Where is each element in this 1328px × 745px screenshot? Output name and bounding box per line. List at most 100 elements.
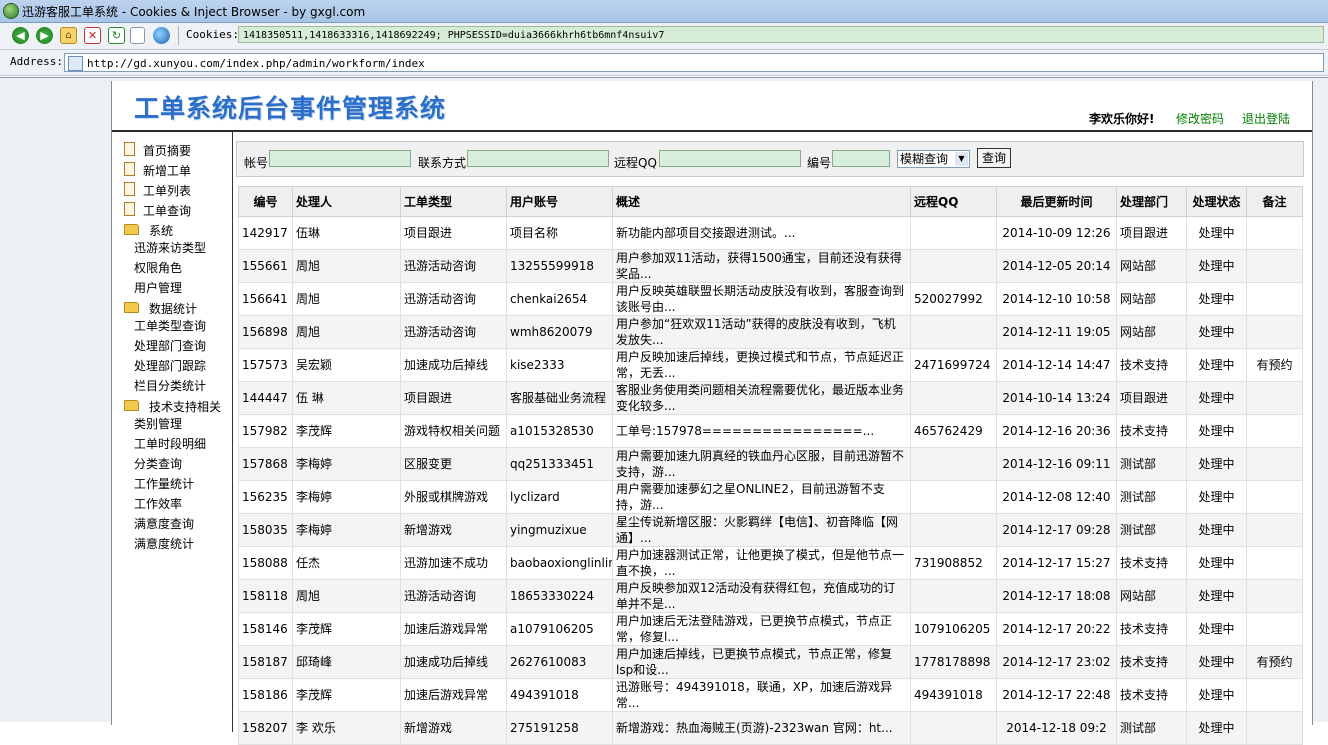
table-row[interactable]: 156641 周旭 迅游活动咨询 chenkai2654 用户反映英雄联盟长期活动皮肤没…: [238, 282, 1303, 316]
summary-link[interactable]: 星尘传说新增区服：火影羁绊【电信】、初音降临【网通】...: [616, 515, 907, 546]
nav-subitem[interactable]: 权限角色: [134, 259, 182, 277]
nav-subitem[interactable]: 分类查询: [134, 455, 182, 473]
column-header[interactable]: 概述: [612, 186, 911, 217]
nav-subitem[interactable]: 类别管理: [134, 415, 182, 433]
cell-summary[interactable]: 用户反映英雄联盟长期活动皮肤没有收到，客服查询到该账号由...: [612, 282, 911, 316]
nav-subitem[interactable]: 处理部门跟踪: [134, 357, 206, 375]
nav-subitem[interactable]: 工单类型查询: [134, 317, 206, 335]
column-header[interactable]: 备注: [1246, 186, 1303, 217]
cell-summary[interactable]: 用户参加“狂欢双11活动”获得的皮肤没有收到，飞机发放失...: [612, 315, 911, 349]
nav-subitem[interactable]: 工作效率: [134, 495, 182, 513]
address-field[interactable]: http://gd.xunyou.com/index.php/admin/wor…: [64, 53, 1324, 72]
column-header[interactable]: 最后更新时间: [996, 186, 1117, 217]
nav-item-new-workorder[interactable]: 新增工单: [124, 162, 191, 180]
cell-status: 处理中: [1186, 480, 1247, 514]
summary-link[interactable]: 用户参加双11活动，获得1500通宝，目前还没有获得奖品...: [616, 251, 907, 282]
nav-subitem[interactable]: 栏目分类统计: [134, 377, 206, 395]
cell-summary[interactable]: 用户加速器测试正常，让他更换了模式，但是他节点一直不换，...: [612, 546, 911, 580]
table-row[interactable]: 158186 李茂辉 加速后游戏异常 494391018 迅游账号：494391018，…: [238, 678, 1303, 712]
nav-subitem[interactable]: 迅游来访类型: [134, 239, 206, 257]
cell-type: 迅游活动咨询: [400, 579, 507, 613]
table-row[interactable]: 158146 李茂辉 加速后游戏异常 a1079106205 用户加速后无法登陆游戏，已…: [238, 612, 1303, 646]
nav-item-home-summary[interactable]: 首页摘要: [124, 142, 191, 160]
summary-link[interactable]: 用户反映参加双12活动没有获得红包，充值成功的订单并不是...: [616, 581, 907, 612]
cell-summary[interactable]: 客服业务使用类问题相关流程需要优化，最近版本业务变化较多...: [612, 381, 911, 415]
table-row[interactable]: 158187 邱琦峰 加速成功后掉线 2627610083 用户加速后掉线，已更换节点模…: [238, 645, 1303, 679]
table-row[interactable]: 157982 李茂辉 游戏特权相关问题 a1015328530 工单号:157978==…: [238, 414, 1303, 448]
table-row[interactable]: 157868 李梅婷 区服变更 qq251333451 用户需要加速九阴真经的铁血丹心区…: [238, 447, 1303, 481]
summary-link[interactable]: 新功能内部项目交接跟进测试。...: [616, 225, 907, 241]
summary-link[interactable]: 用户需要加速九阴真经的铁血丹心区服，目前迅游暂不支持，游...: [616, 449, 907, 480]
back-icon[interactable]: ◀: [12, 27, 29, 44]
table-row[interactable]: 158035 李梅婷 新增游戏 yingmuzixue 星尘传说新增区服：火影羁绊【电信…: [238, 513, 1303, 547]
summary-link[interactable]: 用户需要加速夢幻之星ONLINE2，目前迅游暂不支持，游...: [616, 482, 907, 513]
search-button[interactable]: 查询: [977, 148, 1011, 168]
globe-icon[interactable]: [153, 27, 170, 44]
logout-link[interactable]: 退出登陆: [1242, 110, 1290, 127]
cell-summary[interactable]: 新增游戏：热血海贼王(页游)-2323wan 官网：ht...: [612, 711, 911, 745]
summary-link[interactable]: 用户加速后掉线，已更换节点模式，节点正常，修复lsp和设...: [616, 647, 907, 678]
cell-remark: [1246, 381, 1303, 415]
query-mode-select[interactable]: 模糊查询 ▼: [897, 150, 970, 168]
nav-subitem[interactable]: 工作量统计: [134, 475, 194, 493]
home-icon[interactable]: ⌂: [60, 27, 77, 44]
table-row[interactable]: 158118 周旭 迅游活动咨询 18653330224 用户反映参加双12活动没有获得…: [238, 579, 1303, 613]
cell-summary[interactable]: 用户需要加速夢幻之星ONLINE2，目前迅游暂不支持，游...: [612, 480, 911, 514]
nav-subitem[interactable]: 满意度查询: [134, 515, 194, 533]
account-input[interactable]: [269, 150, 411, 167]
forward-icon[interactable]: ▶: [36, 27, 53, 44]
column-header[interactable]: 处理部门: [1116, 186, 1187, 217]
id-input[interactable]: [832, 150, 890, 167]
column-header[interactable]: 远程QQ: [910, 186, 997, 217]
cell-summary[interactable]: 用户加速后掉线，已更换节点模式，节点正常，修复lsp和设...: [612, 645, 911, 679]
cell-remote-qq: [910, 513, 997, 547]
table-row[interactable]: 156235 李梅婷 外服或棋牌游戏 lyclizard 用户需要加速夢幻之星ONLIN…: [238, 480, 1303, 514]
table-row[interactable]: 157573 吴宏颖 加速成功后掉线 kise2333 用户反映加速后掉线，更换过模式和…: [238, 348, 1303, 382]
summary-link[interactable]: 新增游戏：热血海贼王(页游)-2323wan 官网：ht...: [616, 720, 907, 736]
column-header[interactable]: 处理状态: [1186, 186, 1247, 217]
remote-qq-input[interactable]: [659, 150, 801, 167]
table-row[interactable]: 142917 伍琳 项目跟进 项目名称 新功能内部项目交接跟进测试。... 2014-10…: [238, 216, 1303, 250]
column-header[interactable]: 工单类型: [400, 186, 507, 217]
nav-section-system[interactable]: 系统: [124, 222, 173, 240]
cookies-field[interactable]: 1418350511,1418633316,1418692249; PHPSES…: [238, 26, 1324, 43]
nav-subitem[interactable]: 满意度统计: [134, 535, 194, 553]
summary-link[interactable]: 用户反映加速后掉线，更换过模式和节点，节点延迟正常，无丢...: [616, 350, 907, 381]
summary-link[interactable]: 客服业务使用类问题相关流程需要优化，最近版本业务变化较多...: [616, 383, 907, 414]
cell-summary[interactable]: 工单号:157978================...: [612, 414, 911, 448]
summary-link[interactable]: 用户加速器测试正常，让他更换了模式，但是他节点一直不换，...: [616, 548, 907, 579]
summary-link[interactable]: 用户加速后无法登陆游戏，已更换节点模式，节点正常，修复l...: [616, 614, 907, 645]
cell-summary[interactable]: 用户加速后无法登陆游戏，已更换节点模式，节点正常，修复l...: [612, 612, 911, 646]
refresh-icon[interactable]: ↻: [108, 27, 125, 44]
nav-subitem[interactable]: 用户管理: [134, 279, 182, 297]
nav-section-statistics[interactable]: 数据统计: [124, 300, 197, 318]
cell-summary[interactable]: 用户参加双11活动，获得1500通宝，目前还没有获得奖品...: [612, 249, 911, 283]
table-row[interactable]: 158207 李 欢乐 新增游戏 275191258 新增游戏：热血海贼王(页游)-23…: [238, 711, 1303, 745]
summary-link[interactable]: 迅游账号：494391018，联通，XP，加速后游戏异常...: [616, 680, 907, 711]
summary-link[interactable]: 用户参加“狂欢双11活动”获得的皮肤没有收到，飞机发放失...: [616, 317, 907, 348]
nav-subitem[interactable]: 处理部门查询: [134, 337, 206, 355]
summary-link[interactable]: 工单号:157978================...: [616, 423, 907, 439]
column-header[interactable]: 处理人: [292, 186, 401, 217]
table-row[interactable]: 144447 伍 琳项目跟进 客服基础业务流程 客服业务使用类问题相关流程需要优化，最…: [238, 381, 1303, 415]
stop-icon[interactable]: ✕: [84, 27, 101, 44]
page-icon[interactable]: [130, 27, 145, 44]
column-header[interactable]: 用户账号: [506, 186, 613, 217]
cell-summary[interactable]: 用户反映参加双12活动没有获得红包，充值成功的订单并不是...: [612, 579, 911, 613]
summary-link[interactable]: 用户反映英雄联盟长期活动皮肤没有收到，客服查询到该账号由...: [616, 284, 907, 315]
contact-input[interactable]: [467, 150, 609, 167]
column-header[interactable]: 编号: [238, 186, 293, 217]
cell-summary[interactable]: 用户反映加速后掉线，更换过模式和节点，节点延迟正常，无丢...: [612, 348, 911, 382]
cell-summary[interactable]: 星尘传说新增区服：火影羁绊【电信】、初音降临【网通】...: [612, 513, 911, 547]
nav-item-workorder-query[interactable]: 工单查询: [124, 202, 191, 220]
table-row[interactable]: 158088 任杰 迅游加速不成功 baobaoxionglinlin 用户加速器测试正…: [238, 546, 1303, 580]
cell-summary[interactable]: 新功能内部项目交接跟进测试。...: [612, 216, 911, 250]
table-row[interactable]: 156898 周旭 迅游活动咨询 wmh8620079 用户参加“狂欢双11活动”获得的…: [238, 315, 1303, 349]
nav-section-tech-support[interactable]: 技术支持相关: [124, 398, 221, 416]
change-password-link[interactable]: 修改密码: [1176, 110, 1224, 127]
table-row[interactable]: 155661 周旭 迅游活动咨询 13255599918 用户参加双11活动，获得150…: [238, 249, 1303, 283]
cell-summary[interactable]: 迅游账号：494391018，联通，XP，加速后游戏异常...: [612, 678, 911, 712]
nav-item-workorder-list[interactable]: 工单列表: [124, 182, 191, 200]
nav-subitem[interactable]: 工单时段明细: [134, 435, 206, 453]
cell-summary[interactable]: 用户需要加速九阴真经的铁血丹心区服，目前迅游暂不支持，游...: [612, 447, 911, 481]
